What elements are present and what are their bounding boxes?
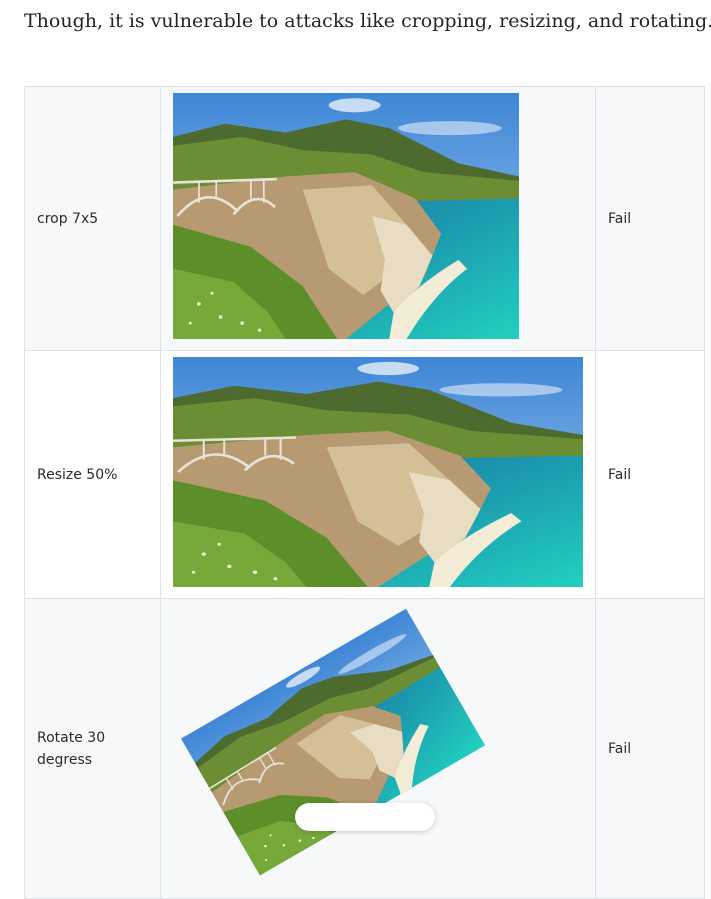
image-cell <box>160 86 596 351</box>
result-label: Fail <box>608 740 632 757</box>
landscape-image <box>173 93 519 339</box>
attack-cell: crop 7x5 <box>24 86 161 351</box>
attack-label: crop 7x5 <box>37 210 99 227</box>
intro-paragraph: Though, it is vulnerable to attacks like… <box>24 10 711 32</box>
table-row: crop 7x5 Fail <box>24 86 705 351</box>
image-cell <box>160 350 596 599</box>
result-label: Fail <box>608 210 632 227</box>
attack-results-table: crop 7x5 Fail Resize 50% Fail Rotate 30 … <box>24 86 705 899</box>
result-cell: Fail <box>595 350 705 599</box>
attack-cell: Resize 50% <box>24 350 161 599</box>
table-row: Resize 50% Fail <box>24 350 705 599</box>
attack-label: Resize 50% <box>37 466 118 483</box>
table-row: Rotate 30 degress Fail <box>24 598 705 899</box>
result-label: Fail <box>608 466 632 483</box>
floating-action-pill[interactable] <box>295 803 435 831</box>
result-cell: Fail <box>595 86 705 351</box>
landscape-image <box>180 608 486 876</box>
attack-cell: Rotate 30 degress <box>24 598 161 899</box>
attack-label: Rotate 30 degress <box>37 729 106 768</box>
image-cell <box>160 598 596 899</box>
landscape-image <box>173 357 583 587</box>
result-cell: Fail <box>595 598 705 899</box>
